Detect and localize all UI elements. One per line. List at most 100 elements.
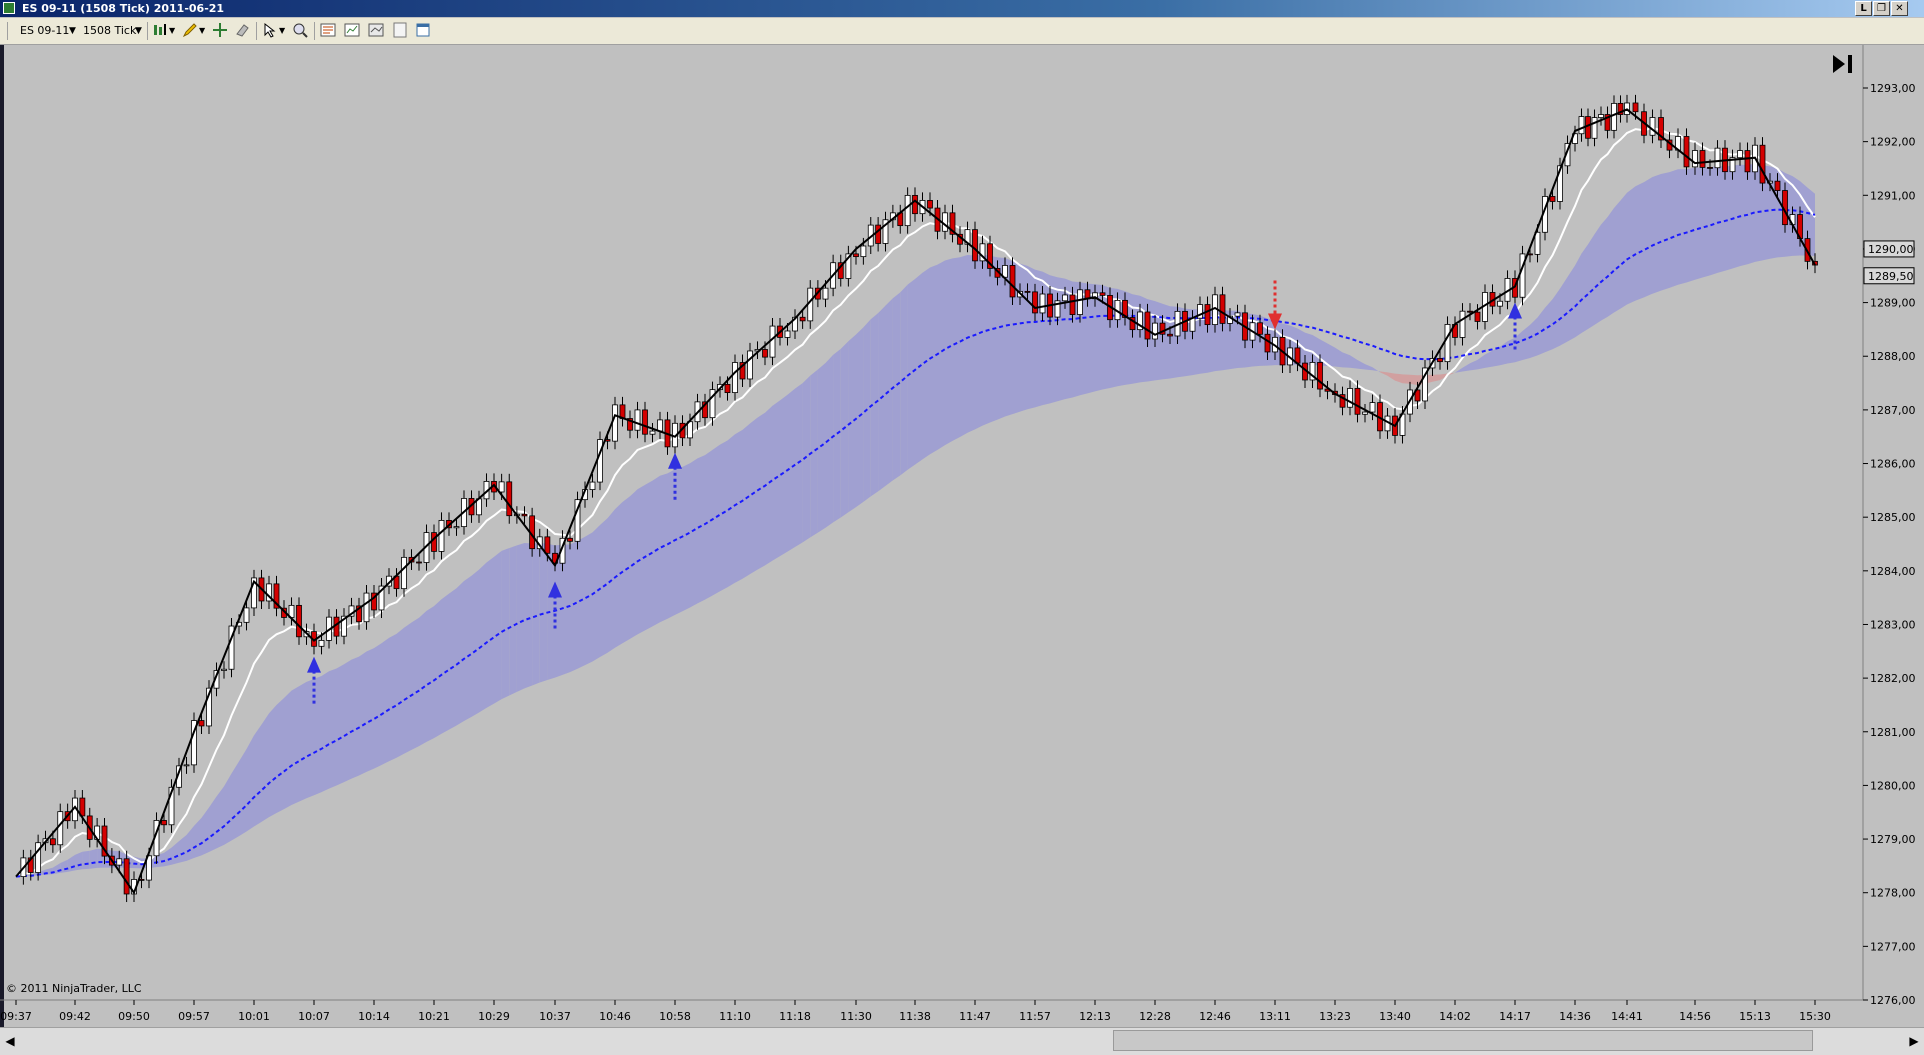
maximize-button[interactable]: ❐ <box>1873 1 1890 16</box>
window-icon[interactable] <box>415 22 431 38</box>
time-tick-label: 10:58 <box>659 1010 691 1023</box>
time-tick-label: 12:46 <box>1199 1010 1231 1023</box>
cloud-segment <box>1687 168 1696 283</box>
cloud-segment <box>329 668 337 788</box>
price-tick-label: 1282,00 <box>1870 672 1916 685</box>
cloud-segment <box>1608 208 1615 317</box>
cloud-segment <box>1148 299 1156 381</box>
cloud-segment <box>412 618 420 750</box>
candle-body <box>1445 324 1450 361</box>
cloud-segment <box>945 258 953 445</box>
price-chart[interactable]: 1293,001292,001291,001290,001289,001288,… <box>0 45 1924 1030</box>
cloud-segment <box>90 849 97 869</box>
cloud-segment <box>292 686 300 805</box>
cloud-segment <box>479 563 487 713</box>
crosshair-icon[interactable] <box>212 22 228 38</box>
cloud-segment <box>975 255 983 430</box>
candle-body <box>1592 118 1597 139</box>
cloud-segment <box>374 643 382 768</box>
cloud-segment <box>75 852 82 871</box>
cloud-segment <box>990 256 998 423</box>
close-button[interactable]: ✕ <box>1891 1 1908 16</box>
candle-body <box>1040 294 1045 313</box>
left-border <box>0 45 4 1030</box>
candle-body <box>1460 311 1465 337</box>
time-tick-label: 09:42 <box>59 1010 91 1023</box>
cloud-segment <box>1710 166 1718 275</box>
candle-body <box>905 195 910 225</box>
period-dropdown-icon[interactable]: ▼ <box>135 22 142 40</box>
candle-body <box>800 317 805 321</box>
time-tick-label: 14:02 <box>1439 1010 1471 1023</box>
cloud-segment <box>1410 375 1418 385</box>
end-of-chart-icon[interactable] <box>1830 52 1856 76</box>
scroll-right-icon[interactable]: ▶ <box>1906 1032 1922 1050</box>
chart-style-dropdown-icon[interactable]: ▼ <box>169 22 175 40</box>
candle-body <box>1033 292 1038 313</box>
price-tick-label: 1285,00 <box>1870 511 1916 524</box>
candle-body <box>1498 301 1503 306</box>
candle-body <box>1633 103 1638 112</box>
strategies-icon[interactable] <box>368 22 384 38</box>
price-tick-label: 1293,00 <box>1870 82 1916 95</box>
candle-body <box>432 533 437 552</box>
cloud-segment <box>532 543 540 686</box>
cloud-segment <box>570 541 578 672</box>
drawing-tools-dropdown-icon[interactable]: ▼ <box>199 22 205 40</box>
cloud-segment <box>735 430 743 583</box>
pointer-icon[interactable] <box>262 22 278 38</box>
price-tick-label: 1286,00 <box>1870 458 1916 471</box>
candle-body <box>1265 334 1270 352</box>
cloud-segment <box>269 705 277 817</box>
candle-body <box>1370 403 1375 412</box>
candle-body <box>1153 323 1158 339</box>
horizontal-scrollbar[interactable]: ◀ ▶ <box>0 1027 1924 1055</box>
candle-body <box>1468 311 1473 312</box>
candle-body <box>1708 167 1713 168</box>
scroll-thumb[interactable] <box>1113 1030 1813 1051</box>
scroll-left-icon[interactable]: ◀ <box>2 1032 18 1050</box>
cloud-segment <box>1614 201 1621 313</box>
candle-body <box>1168 334 1173 336</box>
properties-icon[interactable] <box>320 22 336 38</box>
indicators-icon[interactable] <box>344 22 360 38</box>
cloud-segment <box>818 363 826 533</box>
candle-body <box>650 431 655 434</box>
pencil-icon[interactable] <box>182 22 198 38</box>
cloud-segment <box>299 682 307 802</box>
cloud-segment <box>1644 177 1653 297</box>
cloud-segment <box>953 257 961 441</box>
candle-body <box>725 384 730 392</box>
period-selector[interactable]: 1508 Tick <box>83 22 136 40</box>
cloud-segment <box>968 255 976 433</box>
instrument-selector[interactable]: ES 09-11 <box>20 22 69 40</box>
bar-chart-icon[interactable] <box>152 22 168 38</box>
eraser-icon[interactable] <box>234 22 250 38</box>
cloud-segment <box>1695 168 1703 280</box>
instrument-dropdown-icon[interactable]: ▼ <box>69 22 76 40</box>
cloud-segment <box>262 713 270 822</box>
time-tick-label: 10:01 <box>238 1010 270 1023</box>
cloud-segment <box>1770 166 1778 258</box>
price-tick-label: 1279,00 <box>1870 833 1916 846</box>
cloud-segment <box>427 606 435 742</box>
candle-body <box>568 538 573 541</box>
cloud-segment <box>344 660 352 783</box>
zoom-icon[interactable] <box>292 22 308 38</box>
candle-body <box>1318 362 1323 389</box>
candle-body <box>439 520 444 551</box>
pointer-dropdown-icon[interactable]: ▼ <box>279 22 285 40</box>
cloud-segment <box>487 557 495 708</box>
candle-body <box>58 812 63 845</box>
candle-body <box>1599 115 1604 118</box>
minimize-button[interactable]: L <box>1855 1 1872 16</box>
price-tag-label: 1289,50 <box>1868 270 1914 283</box>
candle-body <box>1205 305 1210 325</box>
candle-body <box>297 605 302 636</box>
cloud-segment <box>856 327 863 507</box>
cloud-segment <box>713 445 721 596</box>
toolbar-separator <box>256 22 257 40</box>
candle-body <box>748 351 753 379</box>
cloud-segment <box>1718 166 1726 273</box>
data-box-icon[interactable] <box>392 22 408 38</box>
